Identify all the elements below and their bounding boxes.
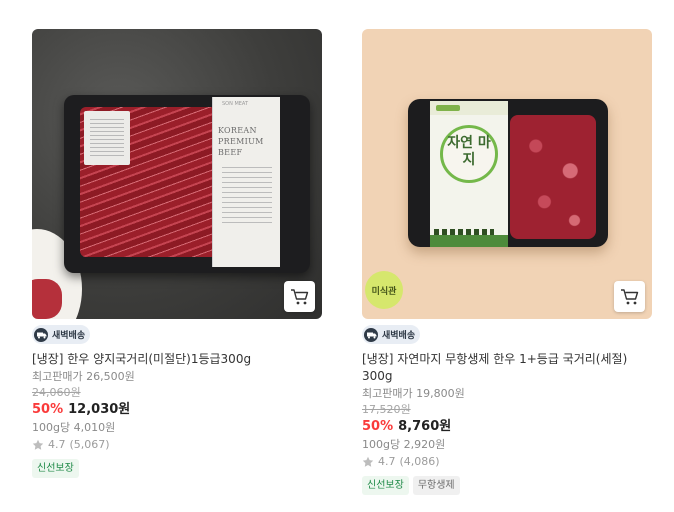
tag-antibiotic-free: 무항생제 — [412, 475, 460, 495]
max-price: 최고판매가 19,800원 — [362, 386, 465, 400]
review-count: (5,067) — [69, 437, 110, 451]
price-row: 50% 12,030원 — [32, 401, 322, 419]
delivery-badge: 새벽배송 — [32, 325, 91, 344]
package-band-bottom — [430, 235, 508, 247]
tag-list: 신선보장 무항생제 — [362, 475, 652, 495]
delivery-badge: 새벽배송 — [362, 325, 421, 344]
review-count: (4,086) — [399, 454, 440, 468]
package-text-lines — [222, 167, 272, 227]
product-image[interactable]: 자연 마지 미식관 — [362, 29, 652, 319]
unit-price: 100g당 4,010원 — [32, 420, 116, 434]
meat-decoration — [32, 279, 62, 319]
rating-value: 4.7 — [48, 437, 66, 451]
truck-icon — [364, 327, 380, 342]
tag-fresh-guarantee: 신선보장 — [362, 475, 409, 495]
image-flag: 미식관 — [365, 271, 403, 309]
package-label — [84, 111, 130, 165]
tag-list: 신선보장 — [32, 458, 322, 478]
unit-price: 100g당 2,920원 — [362, 437, 446, 451]
package-brand: SON MEAT — [222, 101, 248, 107]
package-title: 자연 마지 — [447, 135, 491, 168]
discount-rate: 50% — [32, 401, 64, 417]
product-info: 새벽배송 [냉장] 자연마지 무항생제 한우 1+등급 국거리(세절) 300g… — [362, 319, 652, 495]
add-to-cart-button[interactable] — [614, 281, 645, 312]
product-card[interactable]: 자연 마지 미식관 새벽배송 [냉장] 자연마지 무항생제 한우 1+등급 국거… — [362, 29, 652, 495]
sale-price: 12,030원 — [68, 401, 131, 417]
product-image[interactable]: SON MEAT KOREAN PREMIUM BEEF — [32, 29, 322, 319]
original-price: 24,060원 — [32, 385, 81, 399]
delivery-badge-label: 새벽배송 — [52, 331, 86, 341]
meat-cubes — [510, 115, 596, 239]
original-price: 17,520원 — [362, 402, 411, 416]
product-name[interactable]: [냉장] 자연마지 무항생제 한우 1+등급 국거리(세절) 300g — [362, 351, 652, 385]
truck-icon — [34, 327, 50, 342]
package-title: KOREAN PREMIUM BEEF — [218, 126, 264, 157]
price-row: 50% 8,760원 — [362, 418, 652, 436]
rating: 4.7 (5,067) — [32, 436, 322, 454]
product-name[interactable]: [냉장] 한우 양지국거리(미절단)1등급300g — [32, 351, 322, 368]
add-to-cart-button[interactable] — [284, 281, 315, 312]
tag-fresh-guarantee: 신선보장 — [32, 458, 79, 478]
rating: 4.7 (4,086) — [362, 453, 652, 471]
delivery-badge-label: 새벽배송 — [382, 331, 416, 341]
cart-icon — [290, 288, 308, 304]
rating-value: 4.7 — [378, 454, 396, 468]
product-info: 새벽배송 [냉장] 한우 양지국거리(미절단)1등급300g 최고판매가 26,… — [32, 319, 322, 478]
package-badge — [436, 105, 460, 111]
sale-price: 8,760원 — [398, 418, 452, 434]
max-price: 최고판매가 26,500원 — [32, 369, 135, 383]
cart-icon — [620, 288, 638, 304]
star-icon — [32, 439, 44, 450]
star-icon — [362, 456, 374, 467]
product-card[interactable]: SON MEAT KOREAN PREMIUM BEEF 새벽배송 [냉장] 한… — [32, 29, 322, 478]
discount-rate: 50% — [362, 418, 394, 434]
